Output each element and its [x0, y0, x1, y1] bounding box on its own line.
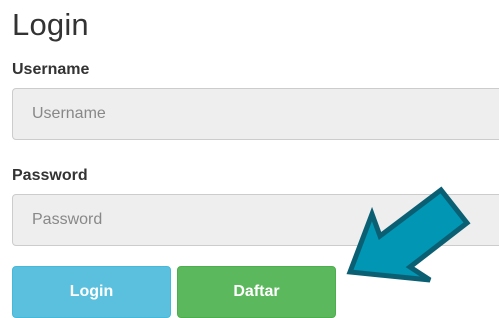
page-title: Login	[12, 7, 89, 42]
daftar-button[interactable]: Daftar	[177, 266, 336, 318]
login-button[interactable]: Login	[12, 266, 171, 318]
password-input[interactable]	[12, 194, 499, 246]
password-label: Password	[12, 167, 88, 184]
username-label: Username	[12, 61, 90, 78]
login-form-screen: Login Username Password Login Daftar	[0, 0, 499, 318]
username-input[interactable]	[12, 88, 499, 140]
